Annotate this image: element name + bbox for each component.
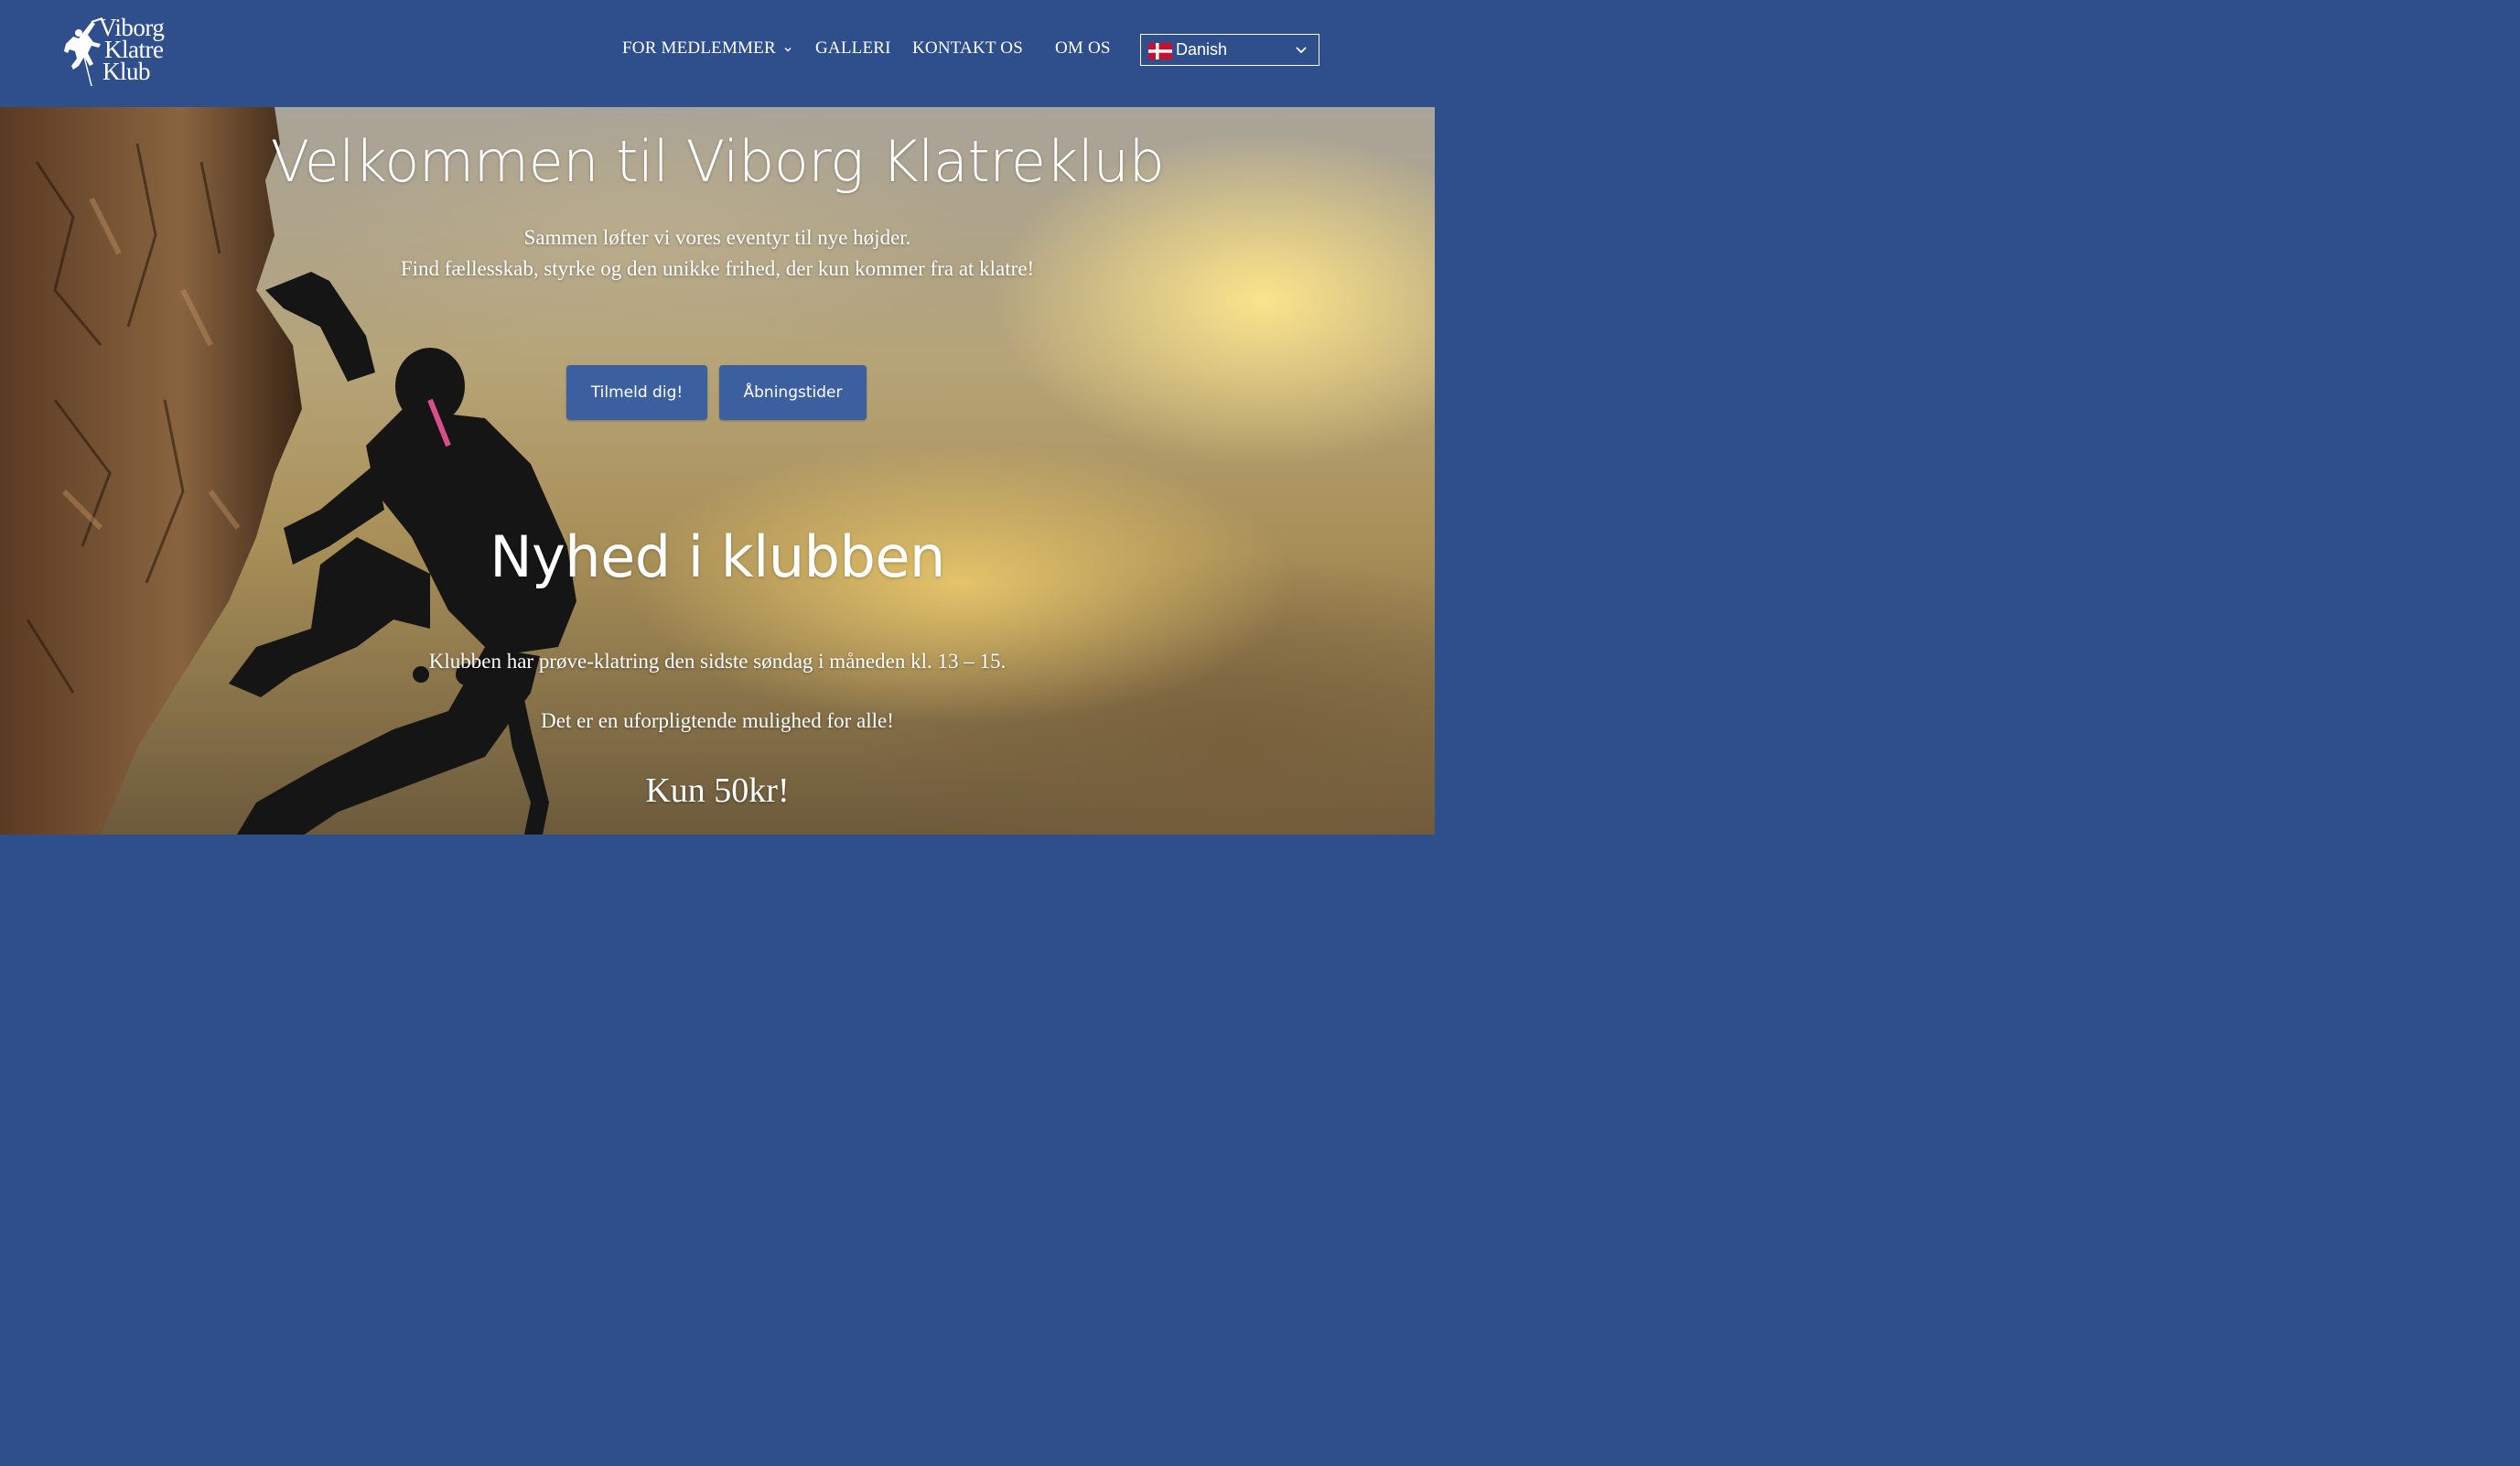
hero-title: Velkommen til Viborg Klatreklub <box>270 128 1165 195</box>
nav-galleri[interactable]: GALLERI <box>815 38 891 59</box>
hero-section: Velkommen til Viborg Klatreklub Sammen l… <box>0 107 1435 835</box>
language-select[interactable]: Danish <box>1140 34 1319 66</box>
signup-button[interactable]: Tilmeld dig! <box>566 365 707 420</box>
nav-for-medlemmer[interactable]: FOR MEDLEMMER <box>622 38 792 59</box>
nav-kontakt-os[interactable]: KONTAKT OS <box>912 38 1023 59</box>
news-title: Nyhed i klubben <box>490 523 945 590</box>
nav-label: FOR MEDLEMMER <box>622 38 776 58</box>
hero-subtitle-line1: Sammen løfter vi vores eventyr til nye h… <box>523 226 911 249</box>
nav-om-os[interactable]: OM OS <box>1055 38 1111 59</box>
chevron-down-icon <box>784 47 792 52</box>
language-label: Danish <box>1176 40 1228 59</box>
chevron-down-icon <box>1296 47 1307 54</box>
news-paragraph: Klubben har prøve-klatring den sidste sø… <box>428 650 1007 673</box>
news-paragraph: Det er en uforpligtende mulighed for all… <box>541 709 894 732</box>
hero-subtitle-line2: Find fællesskab, styrke og den unikke fr… <box>400 257 1035 280</box>
denmark-flag-icon <box>1148 43 1172 59</box>
site-logo[interactable]: Viborg Klatre Klub <box>60 13 179 90</box>
climber-logo-icon <box>64 17 103 87</box>
news-price: Kun 50kr! <box>645 771 790 810</box>
opening-hours-button[interactable]: Åbningstider <box>719 365 867 420</box>
hero-subtitle: Sammen løfter vi vores eventyr til nye h… <box>0 222 1435 285</box>
logo-wordmark: Viborg Klatre Klub <box>99 14 165 85</box>
site-header: Viborg Klatre Klub FOR MEDLEMMER GALLERI… <box>0 0 1435 107</box>
